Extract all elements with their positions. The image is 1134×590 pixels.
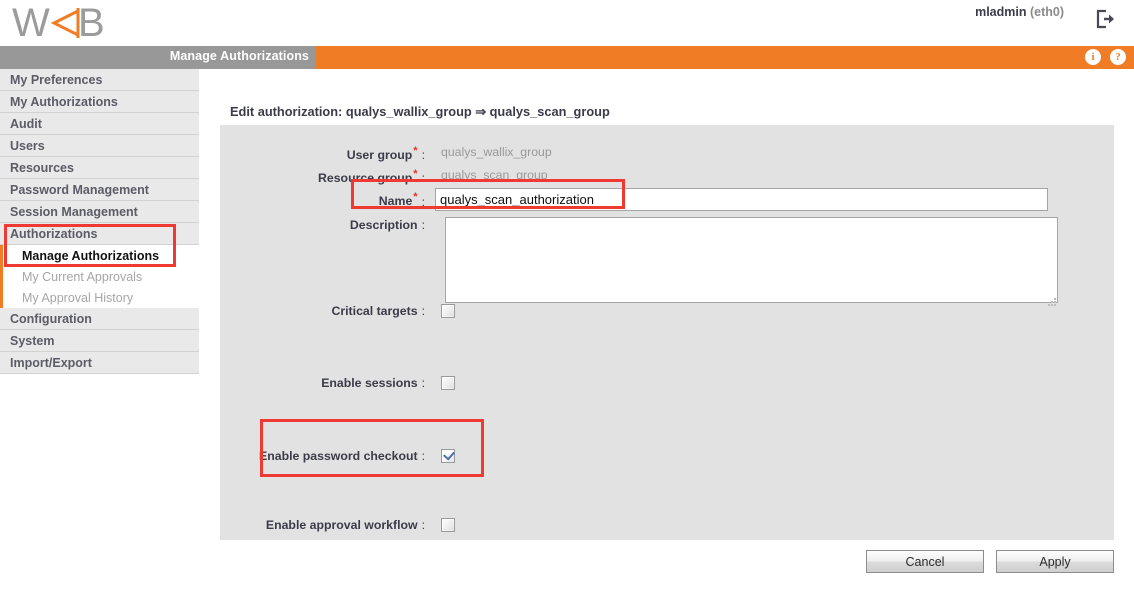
enable-password-checkout-label: Enable password checkout (259, 449, 418, 463)
field-row-description: Description: (220, 217, 1114, 308)
application-window: W B mladmin (eth0) Manage Authorizations (0, 0, 1134, 590)
sidebar-item-label: Configuration (10, 311, 92, 326)
resource-group-label: Resource group (318, 171, 413, 186)
label-colon: : (421, 171, 425, 186)
label-colon: : (421, 376, 425, 390)
sidebar-item-label: My Authorizations (10, 94, 118, 109)
title-bar-grey-section: Manage Authorizations (0, 46, 315, 69)
logout-icon (1096, 9, 1114, 29)
cancel-button[interactable]: Cancel (866, 550, 984, 573)
main-content: Edit authorization: qualys_wallix_group … (199, 69, 1134, 590)
label-colon: : (421, 148, 425, 163)
sidebar-item-label: Authorizations (10, 226, 98, 241)
sidebar-navigation: My Preferences My Authorizations Audit U… (0, 69, 199, 374)
name-label-wrap: Name*: (220, 190, 425, 208)
enable-sessions-label: Enable sessions (321, 376, 418, 390)
sidebar-item-my-preferences[interactable]: My Preferences (0, 69, 199, 91)
enable-sessions-label-wrap: Enable sessions: (220, 375, 425, 390)
field-row-enable-approval-workflow: Enable approval workflow: (220, 517, 1114, 532)
sidebar-subitem-my-current-approvals[interactable]: My Current Approvals (3, 266, 199, 287)
field-row-user-group: User group*: qualys_wallix_group (220, 144, 1114, 162)
page-title-banner: Manage Authorizations (169, 49, 309, 63)
field-row-resource-group: Resource group*: qualys_scan_group (220, 167, 1114, 185)
sidebar-subitem-manage-authorizations[interactable]: Manage Authorizations (3, 245, 199, 266)
sidebar-item-authorizations[interactable]: Authorizations (0, 223, 199, 245)
label-colon: : (421, 194, 425, 209)
sidebar-item-system[interactable]: System (0, 330, 199, 352)
name-input[interactable] (435, 188, 1048, 211)
page-title: Edit authorization: qualys_wallix_group … (230, 104, 610, 119)
sidebar-item-label: Users (10, 138, 45, 153)
label-colon: : (421, 518, 425, 532)
app-header: W B mladmin (eth0) (0, 0, 1134, 46)
enable-approval-workflow-label: Enable approval workflow (265, 518, 418, 532)
enable-password-checkout-label-wrap: Enable password checkout: (220, 448, 425, 463)
resource-group-value: qualys_scan_group (441, 168, 548, 182)
enable-approval-workflow-label-wrap: Enable approval workflow: (220, 517, 425, 532)
sidebar-item-label: Password Management (10, 182, 149, 197)
sidebar-item-label: Audit (10, 116, 42, 131)
description-textarea-wrap (435, 217, 1058, 308)
enable-password-checkout-checkbox[interactable] (441, 448, 455, 463)
enable-approval-workflow-checkbox[interactable] (441, 517, 455, 532)
description-label-wrap: Description: (220, 217, 425, 232)
sidebar-item-configuration[interactable]: Configuration (0, 308, 199, 330)
user-group-value: qualys_wallix_group (441, 145, 552, 159)
user-name: mladmin (975, 5, 1027, 19)
svg-text:W: W (12, 2, 50, 44)
name-label: Name (378, 194, 413, 209)
required-marker: * (413, 168, 418, 180)
sidebar-item-session-management[interactable]: Session Management (0, 201, 199, 223)
title-bar-icons: i ? (1085, 49, 1126, 65)
label-colon: : (421, 449, 425, 463)
sidebar-subitem-my-approval-history[interactable]: My Approval History (3, 287, 199, 308)
title-bar: Manage Authorizations i ? (0, 46, 1134, 69)
logout-button[interactable] (1088, 4, 1122, 34)
authorization-form-panel: User group*: qualys_wallix_group Resourc… (220, 125, 1114, 540)
user-group-label-wrap: User group*: (220, 144, 425, 162)
resource-group-label-wrap: Resource group*: (220, 167, 425, 185)
help-icon[interactable]: ? (1110, 49, 1126, 65)
sidebar-item-users[interactable]: Users (0, 135, 199, 157)
required-marker: * (413, 191, 418, 204)
svg-text:B: B (78, 2, 105, 44)
sidebar-item-my-authorizations[interactable]: My Authorizations (0, 91, 199, 113)
critical-targets-checkbox[interactable] (441, 303, 455, 318)
sidebar-subnav-authorizations: Manage Authorizations My Current Approva… (0, 245, 199, 308)
sidebar-item-password-management[interactable]: Password Management (0, 179, 199, 201)
label-colon: : (421, 304, 425, 318)
sidebar-subitem-label: My Current Approvals (22, 269, 143, 284)
field-row-critical-targets: Critical targets: (220, 303, 1114, 318)
sidebar-item-label: My Preferences (10, 72, 103, 87)
enable-sessions-checkbox[interactable] (441, 375, 455, 390)
critical-targets-label-wrap: Critical targets: (220, 303, 425, 318)
sidebar-item-label: System (10, 333, 55, 348)
sidebar-item-label: Resources (10, 160, 74, 175)
required-marker: * (413, 145, 418, 157)
sidebar-item-import-export[interactable]: Import/Export (0, 352, 199, 374)
user-group-label: User group (346, 148, 413, 163)
description-label: Description (349, 218, 418, 232)
sidebar-item-label: Import/Export (10, 355, 92, 370)
sidebar-item-label: Session Management (10, 204, 138, 219)
user-info: mladmin (eth0) (975, 4, 1064, 20)
wab-logo: W B (12, 2, 120, 44)
apply-button[interactable]: Apply (996, 550, 1114, 573)
user-interface: (eth0) (1029, 5, 1064, 19)
label-colon: : (421, 218, 425, 232)
description-textarea[interactable] (445, 217, 1058, 303)
sidebar-subitem-label: My Approval History (22, 290, 134, 305)
critical-targets-label: Critical targets (331, 304, 418, 318)
field-row-enable-sessions: Enable sessions: (220, 375, 1114, 390)
info-icon[interactable]: i (1085, 49, 1101, 65)
sidebar-subitem-label: Manage Authorizations (22, 248, 160, 263)
sidebar-item-resources[interactable]: Resources (0, 157, 199, 179)
field-row-enable-password-checkout: Enable password checkout: (220, 448, 1114, 463)
sidebar-item-audit[interactable]: Audit (0, 113, 199, 135)
field-row-name: Name*: (220, 188, 1114, 211)
